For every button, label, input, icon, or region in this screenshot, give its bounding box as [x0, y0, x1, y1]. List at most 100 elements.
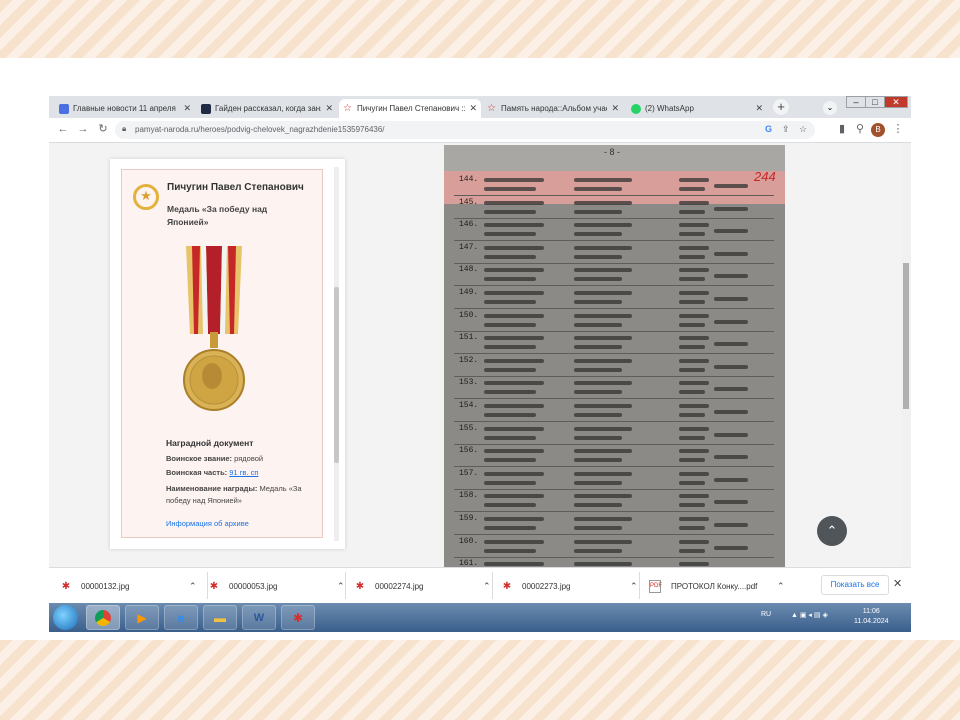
side-panel-icon[interactable]: ▮	[835, 122, 849, 136]
tray-icons[interactable]: ▲ ▣ ◂ ▤ ◈	[791, 611, 828, 619]
share-icon[interactable]: ⇪	[782, 124, 790, 135]
download-item[interactable]: ✱ 00000053.jpg ⌃	[209, 578, 349, 594]
forward-icon[interactable]: →	[76, 122, 90, 136]
reload-icon[interactable]: ↻	[96, 122, 110, 136]
handwritten-text	[679, 358, 709, 363]
address-bar[interactable]: 🔒︎ pamyat-naroda.ru/heroes/podvig-chelov…	[115, 121, 815, 139]
start-button[interactable]	[53, 605, 78, 630]
handwritten-text	[679, 245, 709, 250]
chevron-up-icon[interactable]: ⌃	[630, 581, 642, 592]
handwritten-text	[574, 223, 632, 228]
chevron-up-icon[interactable]: ⌃	[189, 581, 201, 592]
handwritten-text	[574, 413, 622, 417]
menu-icon[interactable]: ⋮	[891, 122, 905, 136]
maximize-button[interactable]: □	[865, 96, 885, 108]
scroll-top-button[interactable]: ⌃	[817, 516, 847, 546]
handwritten-text	[679, 187, 705, 191]
close-icon[interactable]: ✕	[611, 103, 619, 114]
handwritten-text	[484, 449, 544, 454]
tab-dzen[interactable]: Гайден рассказал, когда заня ✕	[197, 99, 337, 118]
handwritten-text	[714, 500, 748, 505]
minimize-button[interactable]: –	[846, 96, 866, 108]
row-number: 156.	[459, 446, 479, 456]
tab-album[interactable]: ☆ Память народа::Альбом учас ✕	[483, 99, 623, 118]
tab-whatsapp[interactable]: (2) WhatsApp ✕	[627, 99, 767, 118]
language-indicator[interactable]: RU	[761, 611, 771, 618]
close-downloads-icon[interactable]: ✕	[893, 577, 902, 590]
handwritten-text	[484, 322, 536, 327]
handwritten-text	[679, 413, 705, 417]
unit-row: Воинская часть: 91 гв. сп	[166, 468, 259, 477]
google-lens-icon[interactable]: G	[765, 124, 772, 134]
handwritten-text	[679, 178, 709, 182]
explorer-folder-icon[interactable]: ▬	[203, 605, 237, 630]
unit-link[interactable]: 91 гв. сп	[229, 468, 258, 477]
archive-info-link[interactable]: Информация об архиве	[166, 519, 249, 528]
new-tab-button[interactable]: +	[773, 99, 789, 115]
handwritten-text	[574, 268, 632, 273]
row-number: 161.	[459, 559, 479, 567]
download-item[interactable]: PDF ПРОТОКОЛ Конку....pdf ⌃	[649, 578, 789, 594]
row-divider	[454, 443, 774, 445]
row-divider	[454, 330, 774, 332]
window-close-button[interactable]: ✕	[884, 96, 908, 108]
handwritten-text	[574, 390, 622, 395]
chrome-icon[interactable]	[86, 605, 120, 630]
chevron-up-icon[interactable]: ⌃	[777, 581, 789, 592]
media-player-icon[interactable]: ▶	[125, 605, 159, 630]
handwritten-text	[714, 523, 748, 527]
handwritten-text	[484, 548, 536, 553]
close-icon[interactable]: ✕	[325, 103, 333, 114]
row-number: 148.	[459, 265, 479, 275]
handwritten-text	[484, 336, 544, 341]
download-item[interactable]: ✱ 00002273.jpg ⌃	[502, 578, 642, 594]
handwritten-text	[484, 178, 544, 182]
handwritten-text	[679, 539, 709, 544]
card-scrollbar[interactable]	[334, 167, 339, 541]
download-item[interactable]: ✱ 00000132.jpg ⌃	[61, 578, 201, 594]
handwritten-text	[679, 300, 705, 304]
back-icon[interactable]: ←	[56, 122, 70, 136]
row-divider	[454, 217, 774, 219]
system-clock[interactable]: 11:06 11.04.2024	[854, 607, 889, 627]
page-scrollbar[interactable]	[901, 143, 911, 567]
handwritten-text	[574, 178, 632, 182]
chevron-up-icon[interactable]: ⌃	[483, 581, 495, 592]
close-icon[interactable]: ✕	[755, 103, 763, 114]
handwritten-text	[484, 209, 536, 214]
handwritten-text	[679, 381, 709, 386]
handwritten-text	[679, 503, 705, 508]
handwritten-text	[574, 426, 632, 431]
handwritten-text	[484, 277, 536, 282]
news-icon	[59, 103, 69, 114]
bookmark-star-icon[interactable]: ☆	[799, 124, 807, 135]
tab-pichugin[interactable]: ☆ Пичугин Павел Степанович :: ✕	[339, 99, 481, 118]
handwritten-text	[679, 277, 705, 282]
image-file-icon: ✱	[502, 580, 512, 592]
image-viewer-icon[interactable]: ✱	[281, 605, 315, 630]
row-divider	[454, 466, 774, 468]
avatar[interactable]: В	[871, 123, 885, 137]
handwritten-text	[484, 426, 544, 431]
handwritten-text	[484, 254, 536, 259]
handwritten-text	[574, 480, 622, 485]
extensions-icon[interactable]: ⚲	[853, 122, 867, 136]
handwritten-text	[574, 336, 632, 341]
star-emblem-icon: ★	[133, 184, 159, 210]
show-all-button[interactable]: Показать все	[821, 575, 889, 595]
row-number: 159.	[459, 514, 479, 523]
tab-news[interactable]: Главные новости 11 апреля ✕	[55, 99, 195, 118]
close-icon[interactable]: ✕	[183, 103, 191, 114]
handwritten-text	[574, 322, 622, 327]
internet-explorer-icon[interactable]: e	[164, 605, 198, 630]
handwritten-text	[679, 322, 705, 327]
row-number: 157.	[459, 468, 479, 478]
tab-search-button[interactable]: ⌄	[823, 101, 837, 115]
image-file-icon: ✱	[209, 580, 219, 592]
chevron-up-icon[interactable]: ⌃	[337, 581, 349, 592]
download-item[interactable]: ✱ 00002274.jpg ⌃	[355, 578, 495, 594]
handwritten-text	[484, 381, 544, 386]
close-icon[interactable]: ✕	[469, 103, 477, 114]
row-divider	[454, 421, 774, 422]
word-icon[interactable]: W	[242, 605, 276, 630]
